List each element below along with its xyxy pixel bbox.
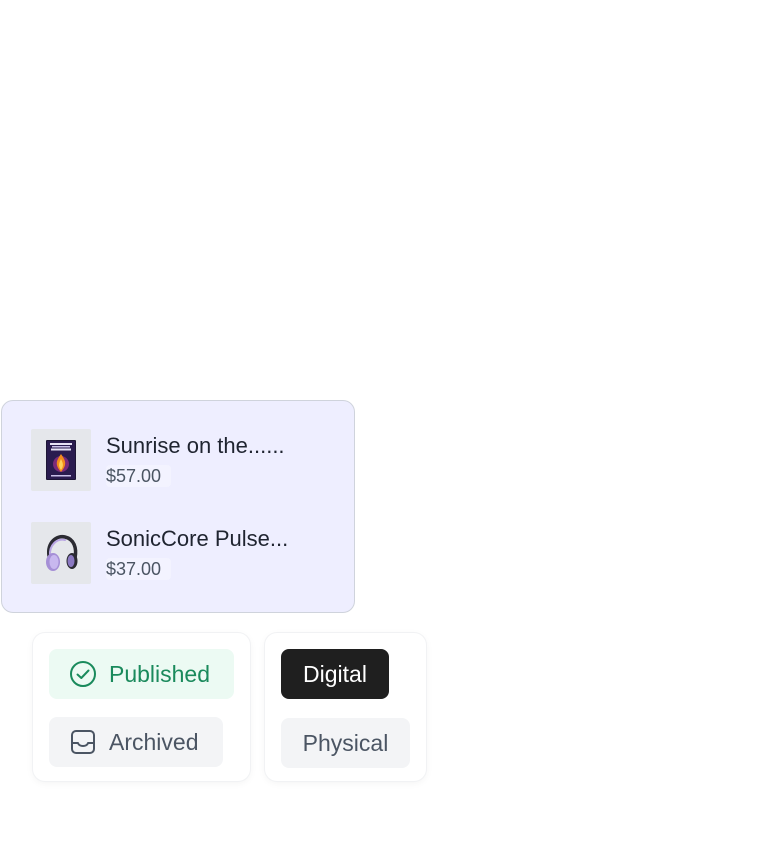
type-filter-card: Digital Physical (265, 633, 426, 781)
book-cover-icon (46, 440, 76, 480)
product-price: $57.00 (106, 465, 172, 487)
product-list-card: Sunrise on the...... $57.00 SonicCore Pu… (1, 400, 355, 613)
product-item[interactable]: SonicCore Pulse... $37.00 (31, 522, 331, 584)
product-thumbnail (31, 522, 91, 584)
type-chip-label: Physical (302, 729, 389, 756)
headphones-icon (41, 532, 81, 574)
product-title: SonicCore Pulse... (106, 526, 289, 551)
type-chip-physical[interactable]: Physical (281, 718, 410, 768)
status-chip-label: Archived (109, 728, 199, 755)
product-thumbnail (31, 429, 91, 491)
type-chip-label: Digital (303, 660, 367, 687)
product-price: $37.00 (106, 558, 172, 580)
product-item[interactable]: Sunrise on the...... $57.00 (31, 429, 331, 491)
status-chip-archived[interactable]: Archived (49, 717, 223, 767)
check-circle-icon (68, 659, 98, 689)
product-title: Sunrise on the...... (106, 433, 285, 458)
inbox-tray-icon (68, 727, 98, 757)
type-chip-digital[interactable]: Digital (281, 649, 389, 699)
status-chip-published[interactable]: Published (49, 649, 234, 699)
status-filter-card: Published Archived (33, 633, 250, 781)
status-chip-label: Published (109, 660, 211, 687)
